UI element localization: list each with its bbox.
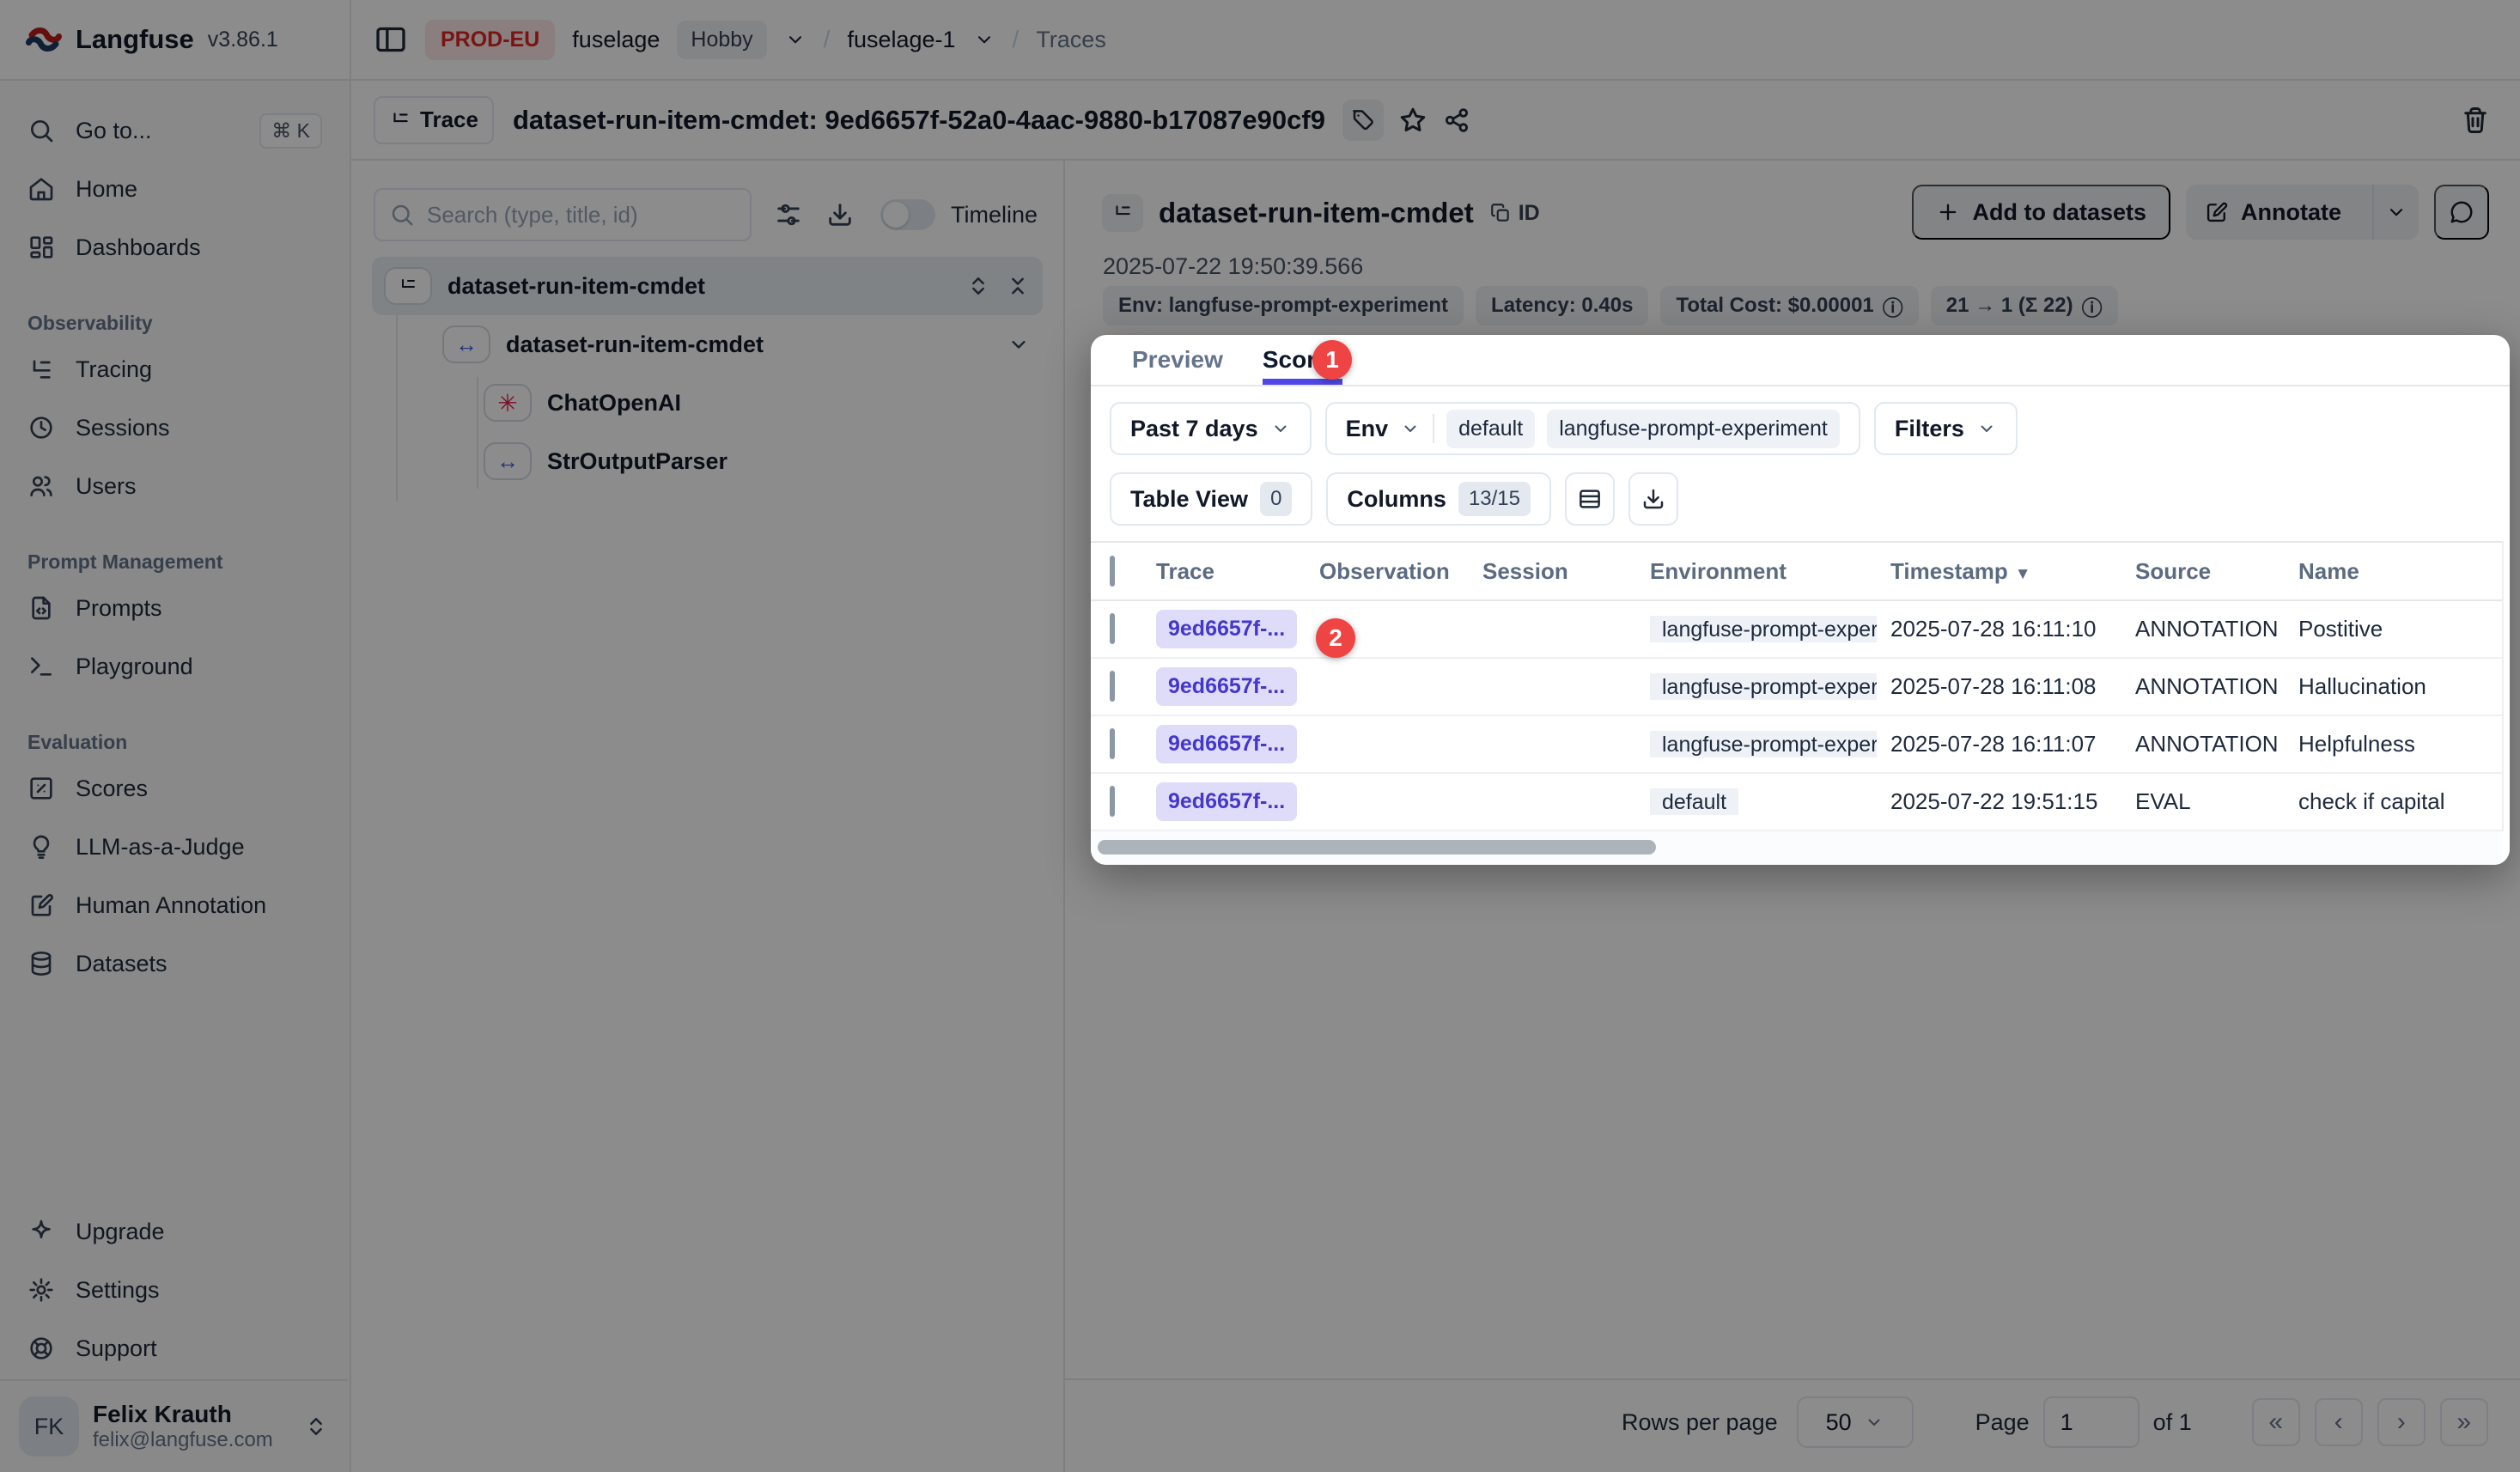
horizontal-scrollbar-track[interactable] <box>1091 831 2502 865</box>
export-button[interactable] <box>1628 472 1678 526</box>
chevron-down-icon <box>1270 418 1291 439</box>
row-checkbox[interactable] <box>1110 671 1115 702</box>
table-row[interactable]: 9ed6657f-... langfuse-prompt-experim 202… <box>1091 659 2502 716</box>
table-row[interactable]: 9ed6657f-... langfuse-prompt-experim 202… <box>1091 601 2502 659</box>
row-checkbox[interactable] <box>1110 786 1115 817</box>
table-row[interactable]: 9ed6657f-... default 2025-07-22 19:51:15… <box>1091 774 2502 831</box>
col-name[interactable]: Name <box>2285 558 2502 585</box>
chevron-down-icon <box>1976 418 1997 439</box>
col-session[interactable]: Session <box>1469 558 1636 585</box>
trace-id-chip[interactable]: 9ed6657f-... <box>1156 782 1297 821</box>
cell-name: Hallucination <box>2285 673 2502 700</box>
row-checkbox[interactable] <box>1110 613 1115 644</box>
col-trace[interactable]: Trace <box>1142 558 1306 585</box>
sort-desc-icon: ▼ <box>2015 565 2031 583</box>
cell-source: ANNOTATION <box>2121 731 2285 757</box>
cell-timestamp: 2025-07-28 16:11:08 <box>1877 673 2121 700</box>
trace-id-chip[interactable]: 9ed6657f-... <box>1156 725 1297 763</box>
columns-count: 13/15 <box>1458 482 1531 516</box>
filters-button[interactable]: Filters <box>1874 402 2018 455</box>
row-checkbox[interactable] <box>1110 728 1115 759</box>
table-toolbar: Table View 0 Columns 13/15 <box>1110 472 1678 526</box>
env-value-chip: langfuse-prompt-experiment <box>1547 410 1840 448</box>
cell-timestamp: 2025-07-28 16:11:10 <box>1877 616 2121 642</box>
select-all-checkbox[interactable] <box>1110 556 1115 587</box>
tab-preview[interactable]: Preview <box>1132 335 1223 385</box>
tab-bar: Preview Scores <box>1091 335 2510 386</box>
table-view-button[interactable]: Table View 0 <box>1110 472 1312 526</box>
cell-environment: langfuse-prompt-experim <box>1650 616 1877 642</box>
env-filter[interactable]: Env default langfuse-prompt-experiment <box>1325 402 1860 455</box>
cell-name: Helpfulness <box>2285 731 2502 757</box>
table-header: Trace Observation Session Environment Ti… <box>1091 541 2502 601</box>
download-icon <box>1640 486 1666 512</box>
scores-panel: Preview Scores Past 7 days Env default l… <box>1091 335 2510 865</box>
columns-button[interactable]: Columns 13/15 <box>1326 472 1551 526</box>
tutorial-marker-1: 1 <box>1312 340 1352 380</box>
rows-icon <box>1577 486 1603 512</box>
tutorial-marker-2: 2 <box>1316 618 1355 658</box>
horizontal-scrollbar-thumb[interactable] <box>1098 840 1656 855</box>
chevron-down-icon <box>1400 418 1421 439</box>
cell-environment: default <box>1650 788 1738 815</box>
cell-timestamp: 2025-07-22 19:51:15 <box>1877 788 2121 815</box>
cell-timestamp: 2025-07-28 16:11:07 <box>1877 731 2121 757</box>
vertical-scrollbar-track[interactable] <box>2502 541 2510 831</box>
cell-environment: langfuse-prompt-experim <box>1650 673 1877 700</box>
env-value-chip: default <box>1446 410 1535 448</box>
filters-row: Past 7 days Env default langfuse-prompt-… <box>1110 402 2018 455</box>
col-source[interactable]: Source <box>2121 558 2285 585</box>
row-height-button[interactable] <box>1565 472 1615 526</box>
trace-id-chip[interactable]: 9ed6657f-... <box>1156 667 1297 706</box>
col-environment[interactable]: Environment <box>1636 558 1877 585</box>
cell-name: Postitive <box>2285 616 2502 642</box>
cell-source: EVAL <box>2121 788 2285 815</box>
cell-environment: langfuse-prompt-experim <box>1650 731 1877 757</box>
trace-id-chip[interactable]: 9ed6657f-... <box>1156 610 1297 648</box>
col-observation[interactable]: Observation <box>1306 558 1469 585</box>
col-timestamp[interactable]: Timestamp▼ <box>1877 558 2121 585</box>
cell-source: ANNOTATION <box>2121 673 2285 700</box>
date-range-filter[interactable]: Past 7 days <box>1110 402 1312 455</box>
cell-name: check if capital <box>2285 788 2502 815</box>
divider <box>1433 414 1434 443</box>
table-view-count: 0 <box>1260 482 1292 516</box>
table-row[interactable]: 9ed6657f-... langfuse-prompt-experim 202… <box>1091 716 2502 774</box>
cell-source: ANNOTATION <box>2121 616 2285 642</box>
